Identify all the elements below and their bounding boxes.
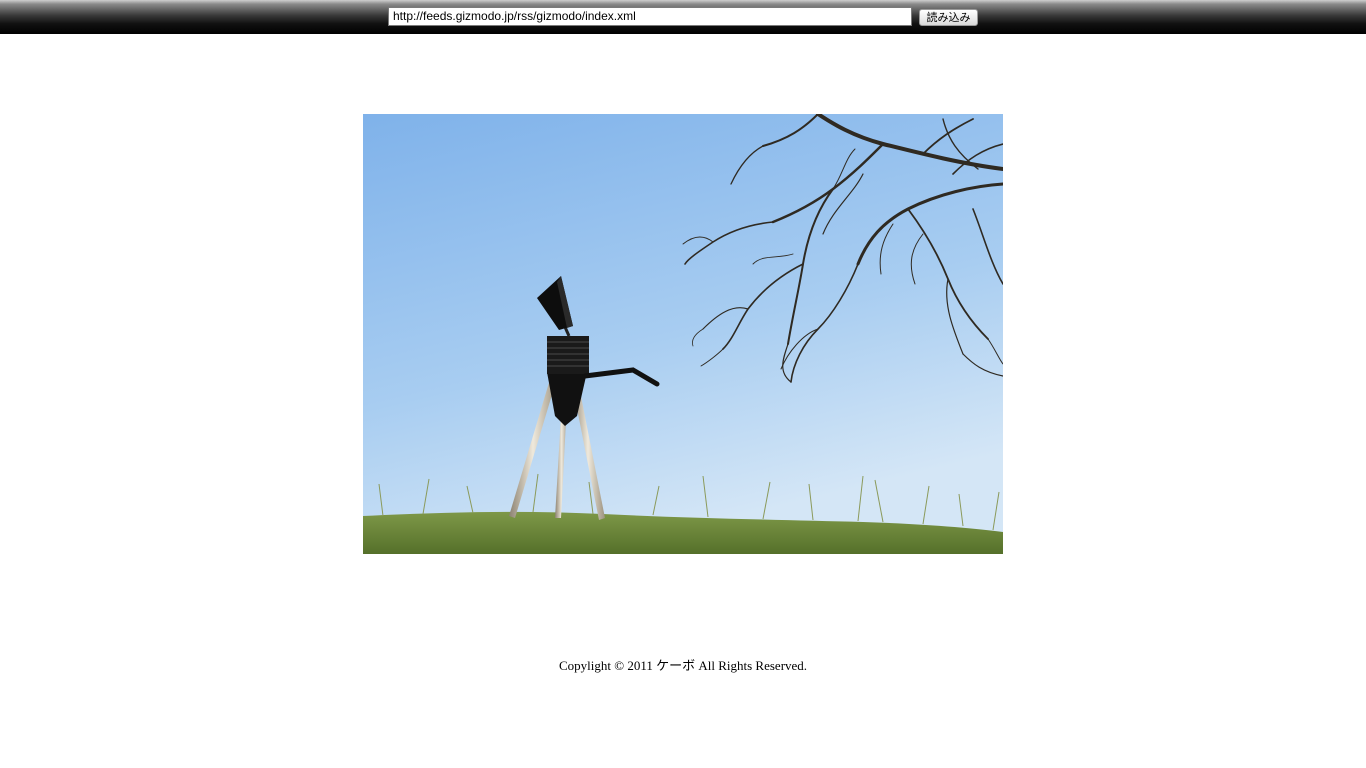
feed-url-input[interactable] — [388, 7, 912, 26]
copyright-text: Copylight © 2011 ケーボ All Rights Reserved… — [558, 658, 808, 673]
toolbar: 読み込み — [0, 0, 1366, 34]
load-button[interactable]: 読み込み — [919, 9, 978, 26]
feed-image — [363, 114, 1003, 554]
